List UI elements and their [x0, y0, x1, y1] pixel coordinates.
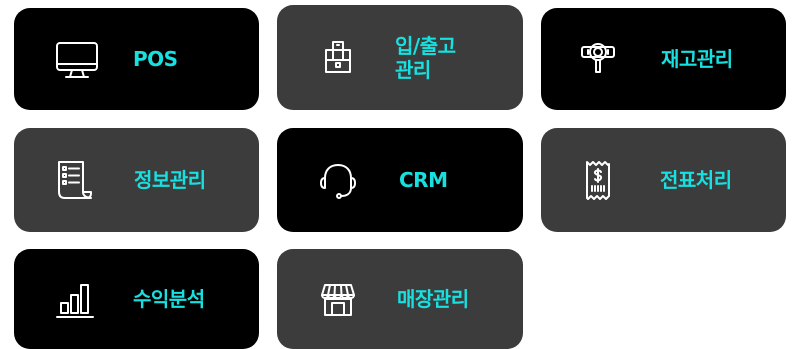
crm-tile[interactable]: CRM [277, 128, 523, 232]
inbound-outbound-label-line1: 입/출고 [395, 33, 456, 58]
pos-label: POS [133, 47, 178, 71]
store-management-tile[interactable]: 매장관리 [277, 249, 523, 349]
receipt-icon [568, 150, 628, 210]
document-list-icon [45, 150, 105, 210]
bar-chart-icon [45, 269, 105, 329]
inventory-scan-icon [568, 29, 628, 89]
profit-analysis-label: 수익분석 [133, 287, 205, 311]
crm-label: CRM [399, 168, 448, 192]
inventory-tile[interactable]: 재고관리 [541, 8, 786, 110]
inbound-outbound-tile[interactable]: 입/출고 관리 [277, 5, 523, 110]
inventory-label: 재고관리 [661, 47, 733, 71]
headset-icon [308, 150, 368, 210]
inbound-outbound-label-line2: 관리 [395, 57, 431, 82]
voucher-label: 전표처리 [660, 168, 732, 192]
profit-analysis-tile[interactable]: 수익분석 [14, 249, 259, 349]
monitor-icon [47, 29, 107, 89]
pos-tile[interactable]: POS [14, 8, 259, 110]
info-management-tile[interactable]: 정보관리 [14, 128, 259, 232]
info-management-label: 정보관리 [134, 168, 206, 192]
package-icon [308, 28, 368, 88]
store-icon [308, 269, 368, 329]
voucher-tile[interactable]: 전표처리 [541, 128, 786, 232]
store-management-label: 매장관리 [397, 287, 469, 311]
inbound-outbound-label: 입/출고 관리 [395, 34, 456, 82]
